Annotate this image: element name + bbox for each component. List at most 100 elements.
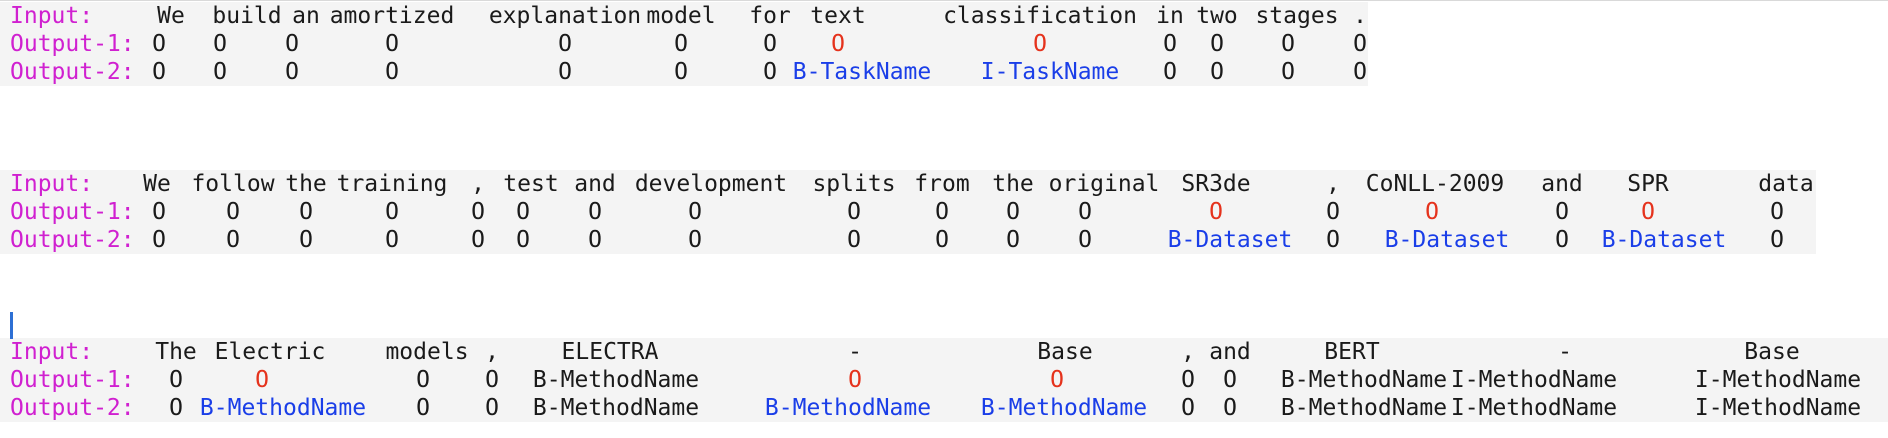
output-2-tag: B-Dataset — [1384, 227, 1510, 253]
output-1-tag: O — [385, 199, 399, 225]
input-token: ELECTRA — [561, 339, 659, 365]
input-token: an — [292, 3, 320, 29]
input-token: The — [155, 339, 197, 365]
output-1-tag: O — [1210, 31, 1224, 57]
output-1-tag: O — [1353, 31, 1367, 57]
output-2-tag: O — [152, 59, 166, 85]
output-1-tag: O — [588, 199, 602, 225]
output-2-tag: O — [1770, 227, 1784, 253]
input-token: model — [646, 3, 716, 29]
input-token: for — [749, 3, 791, 29]
input-token: , — [471, 171, 485, 197]
output-2-tag: B-MethodName — [1280, 395, 1448, 421]
output-1-tag: O — [169, 367, 183, 393]
output-1-tag: O — [471, 199, 485, 225]
output-1-tag: O — [1770, 199, 1784, 225]
output-1-tag: O — [831, 31, 845, 57]
input-token: text — [810, 3, 866, 29]
input-token: SPR — [1627, 171, 1669, 197]
output-2-tag: O — [1326, 227, 1340, 253]
output-1-tag: O — [1223, 367, 1237, 393]
input-token: the — [285, 171, 327, 197]
output-1-tag: O — [1326, 199, 1340, 225]
output-2-tag: B-MethodName — [764, 395, 932, 421]
input-token: - — [848, 339, 862, 365]
input-token: Base — [1037, 339, 1093, 365]
output-1-tag: O — [1033, 31, 1047, 57]
output-2-tag: O — [847, 227, 861, 253]
input-token: development — [634, 171, 788, 197]
output-1-tag: O — [1209, 199, 1223, 225]
output-2-label: Output-2: — [10, 59, 135, 85]
output-1-tag: O — [152, 31, 166, 57]
output-1-tag: O — [1050, 367, 1064, 393]
input-token: , — [485, 339, 499, 365]
output-1-tag: O — [1425, 199, 1439, 225]
output-2-tag: O — [416, 395, 430, 421]
output-1-tag: I-MethodName — [1694, 367, 1862, 393]
output-1-tag: I-MethodName — [1450, 367, 1618, 393]
output-2-tag: I-MethodName — [1694, 395, 1862, 421]
input-token: stages — [1255, 3, 1339, 29]
output-2-tag: O — [1210, 59, 1224, 85]
output-2-tag: O — [688, 227, 702, 253]
input-token: BERT — [1324, 339, 1380, 365]
output-2-label: Output-2: — [10, 395, 135, 421]
input-token: . — [1353, 3, 1367, 29]
output-1-tag: O — [285, 31, 299, 57]
output-2-tag: O — [471, 227, 485, 253]
output-2-tag: O — [1281, 59, 1295, 85]
input-token: data — [1758, 171, 1814, 197]
input-token: test — [503, 171, 559, 197]
output-1-tag: O — [485, 367, 499, 393]
output-1-tag: O — [226, 199, 240, 225]
output-1-label: Output-1: — [10, 31, 135, 57]
output-2-tag: O — [558, 59, 572, 85]
output-1-tag: O — [1555, 199, 1569, 225]
output-1-tag: O — [1281, 31, 1295, 57]
input-token: SR3de — [1181, 171, 1251, 197]
output-2-tag: O — [1078, 227, 1092, 253]
output-2-tag: O — [485, 395, 499, 421]
input-token: follow — [191, 171, 275, 197]
output-1-tag: O — [1078, 199, 1092, 225]
output-2-tag: O — [213, 59, 227, 85]
output-1-tag: O — [1181, 367, 1195, 393]
input-token: and — [1209, 339, 1251, 365]
output-2-tag: O — [1555, 227, 1569, 253]
output-1-tag: O — [1163, 31, 1177, 57]
input-token: Base — [1744, 339, 1800, 365]
input-token: amortized — [329, 3, 455, 29]
input-token: - — [1558, 339, 1572, 365]
output-2-tag: O — [226, 227, 240, 253]
input-token: original — [1048, 171, 1160, 197]
output-1-tag: O — [385, 31, 399, 57]
top-divider — [0, 0, 1888, 1]
input-token: from — [914, 171, 970, 197]
output-2-tag: O — [169, 395, 183, 421]
input-token: classification — [943, 3, 1137, 29]
input-token: two — [1196, 3, 1238, 29]
output-2-tag: O — [674, 59, 688, 85]
output-2-tag: O — [1163, 59, 1177, 85]
output-2-tag: O — [935, 227, 949, 253]
output-2-tag: O — [152, 227, 166, 253]
output-2-tag: O — [1181, 395, 1195, 421]
output-1-tag: O — [416, 367, 430, 393]
text-cursor[interactable] — [10, 312, 13, 339]
output-1-tag: B-MethodName — [1280, 367, 1448, 393]
input-token: , — [1326, 171, 1340, 197]
output-1-tag: O — [152, 199, 166, 225]
output-2-tag: O — [385, 59, 399, 85]
output-1-tag: O — [299, 199, 313, 225]
output-2-tag: I-MethodName — [1450, 395, 1618, 421]
input-token: and — [1541, 171, 1583, 197]
output-2-tag: O — [1223, 395, 1237, 421]
output-1-tag: O — [1006, 199, 1020, 225]
output-1-tag: O — [674, 31, 688, 57]
output-1-tag: O — [847, 199, 861, 225]
input-label: Input: — [10, 171, 94, 197]
output-2-tag: B-MethodName — [980, 395, 1148, 421]
input-label: Input: — [10, 339, 94, 365]
output-2-tag: I-TaskName — [980, 59, 1120, 85]
